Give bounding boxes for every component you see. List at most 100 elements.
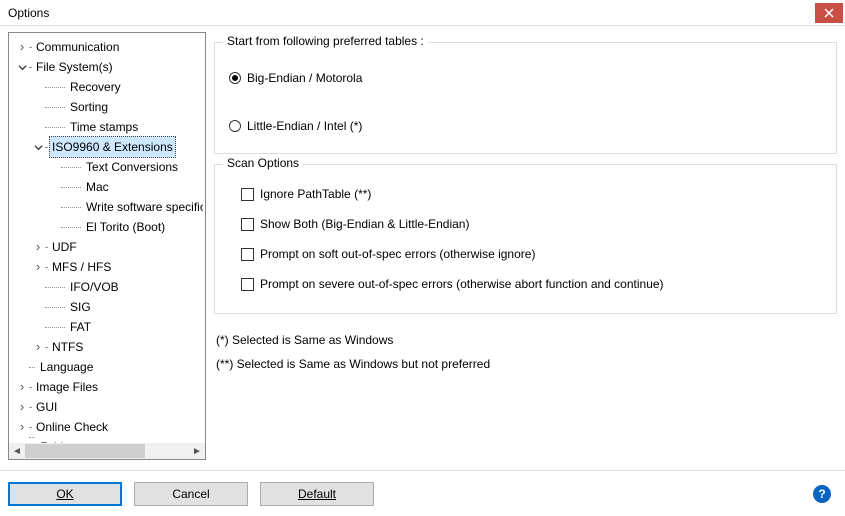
tree-item[interactable]: ·Mac — [11, 177, 205, 197]
tree-item[interactable]: ·Time stamps — [11, 117, 205, 137]
tree-item[interactable]: ›MFS / HFS — [11, 257, 205, 277]
tree-connector — [45, 107, 65, 108]
tree-connector — [61, 167, 81, 168]
default-button[interactable]: Default — [260, 482, 374, 506]
options-tree[interactable]: ›CommunicationFile System(s)·Recovery·So… — [9, 33, 205, 443]
tree-item-label: Image Files — [33, 377, 101, 397]
tree-connector — [45, 127, 65, 128]
tree-item[interactable]: ·Recovery — [11, 77, 205, 97]
checkbox-show-both[interactable]: Show Both (Big-Endian & Little-Endian) — [241, 217, 822, 231]
tree-item-label: FAT — [67, 317, 94, 337]
checkbox-icon — [241, 278, 254, 291]
tree-horizontal-scrollbar[interactable]: ◄ ► — [9, 443, 205, 459]
tree-item[interactable]: ›Communication — [11, 37, 205, 57]
tree-item-label: Recovery — [67, 77, 124, 97]
preferred-tables-legend: Start from following preferred tables : — [223, 34, 428, 48]
chevron-right-icon[interactable]: › — [31, 340, 45, 354]
radio-label: Little-Endian / Intel (*) — [247, 119, 362, 133]
radio-little-endian[interactable]: Little-Endian / Intel (*) — [229, 119, 822, 133]
tree-item[interactable]: ·SIG — [11, 297, 205, 317]
window-title: Options — [8, 6, 49, 20]
ok-button-label: OK — [56, 487, 73, 501]
checkbox-icon — [241, 218, 254, 231]
scan-options-legend: Scan Options — [223, 156, 303, 170]
tree-item-label: Online Check — [33, 417, 111, 437]
tree-item-label: Sorting — [67, 97, 111, 117]
tree-item-label: Mac — [83, 177, 112, 197]
checkbox-prompt-severe[interactable]: Prompt on severe out-of-spec errors (oth… — [241, 277, 822, 291]
checkbox-icon — [241, 188, 254, 201]
tree-connector — [61, 187, 81, 188]
close-icon — [824, 8, 834, 18]
scroll-track[interactable] — [25, 443, 189, 459]
chevron-right-icon[interactable]: › — [15, 40, 29, 54]
radio-big-endian[interactable]: Big-Endian / Motorola — [229, 71, 822, 85]
tree-item[interactable]: › GUI — [11, 397, 205, 417]
tree-item-label: UDF — [49, 237, 80, 257]
default-button-label: Default — [298, 487, 336, 501]
tree-connector — [61, 227, 81, 228]
tree-connector — [45, 287, 65, 288]
tree-item[interactable]: ·IFO/VOB — [11, 277, 205, 297]
tree-item[interactable]: File System(s) — [11, 57, 205, 77]
tree-item[interactable]: ·Text Conversions — [11, 157, 205, 177]
footnotes: (*) Selected is Same as Windows (**) Sel… — [214, 328, 837, 376]
checkbox-icon — [241, 248, 254, 261]
chevron-down-icon[interactable] — [31, 140, 45, 154]
tree-connector — [45, 147, 47, 148]
settings-panel: Start from following preferred tables : … — [214, 32, 837, 460]
tree-item[interactable]: › Image Files — [11, 377, 205, 397]
tree-connector — [29, 47, 31, 48]
scroll-thumb[interactable] — [25, 444, 145, 458]
chevron-right-icon[interactable]: › — [15, 380, 29, 394]
tree-connector — [29, 437, 35, 438]
cancel-button[interactable]: Cancel — [134, 482, 248, 506]
checkbox-ignore-pathtable[interactable]: Ignore PathTable (**) — [241, 187, 822, 201]
preferred-tables-group: Start from following preferred tables : … — [214, 42, 837, 154]
tree-item-label: Language — [37, 357, 96, 377]
tree-connector — [29, 387, 31, 388]
tree-item[interactable]: ·FAT — [11, 317, 205, 337]
tree-connector — [29, 67, 31, 68]
tree-item[interactable]: ·Sorting — [11, 97, 205, 117]
chevron-right-icon[interactable]: › — [31, 260, 45, 274]
checkbox-label: Prompt on soft out-of-spec errors (other… — [260, 247, 535, 261]
tree-connector — [45, 347, 47, 348]
tree-item-label: GUI — [33, 397, 60, 417]
tree-connector — [45, 267, 47, 268]
chevron-down-icon[interactable] — [15, 60, 29, 74]
tree-item-label: IFO/VOB — [67, 277, 122, 297]
ok-button[interactable]: OK — [8, 482, 122, 506]
tree-item[interactable]: ·Write software specific — [11, 197, 205, 217]
tree-item[interactable]: ·El Torito (Boot) — [11, 217, 205, 237]
footnote-1: (*) Selected is Same as Windows — [216, 328, 837, 352]
tree-item-label: File System(s) — [33, 57, 116, 77]
tree-connector — [45, 307, 65, 308]
chevron-right-icon[interactable]: › — [15, 400, 29, 414]
scroll-left-arrow[interactable]: ◄ — [9, 443, 25, 459]
checkbox-label: Ignore PathTable (**) — [260, 187, 371, 201]
footnote-2: (**) Selected is Same as Windows but not… — [216, 352, 837, 376]
tree-item-label: Text Conversions — [83, 157, 181, 177]
scan-options-group: Scan Options Ignore PathTable (**) Show … — [214, 164, 837, 314]
help-button[interactable]: ? — [813, 485, 831, 503]
tree-item[interactable]: › Online Check — [11, 417, 205, 437]
tree-item[interactable]: ›NTFS — [11, 337, 205, 357]
tree-item-label: El Torito (Boot) — [83, 217, 168, 237]
tree-connector — [45, 247, 47, 248]
checkbox-label: Prompt on severe out-of-spec errors (oth… — [260, 277, 664, 291]
chevron-right-icon[interactable]: › — [15, 420, 29, 434]
tree-item[interactable]: › UDF — [11, 237, 205, 257]
scroll-right-arrow[interactable]: ► — [189, 443, 205, 459]
checkbox-prompt-soft[interactable]: Prompt on soft out-of-spec errors (other… — [241, 247, 822, 261]
help-icon: ? — [818, 487, 825, 501]
radio-icon — [229, 72, 241, 84]
radio-icon — [229, 120, 241, 132]
chevron-right-icon[interactable]: › — [31, 240, 45, 254]
tree-connector — [45, 87, 65, 88]
tree-item[interactable]: ISO9960 & Extensions — [11, 137, 205, 157]
close-button[interactable] — [815, 3, 843, 23]
tree-item-label: Time stamps — [67, 117, 141, 137]
tree-item[interactable]: ·Language — [11, 357, 205, 377]
cancel-button-label: Cancel — [172, 487, 209, 501]
